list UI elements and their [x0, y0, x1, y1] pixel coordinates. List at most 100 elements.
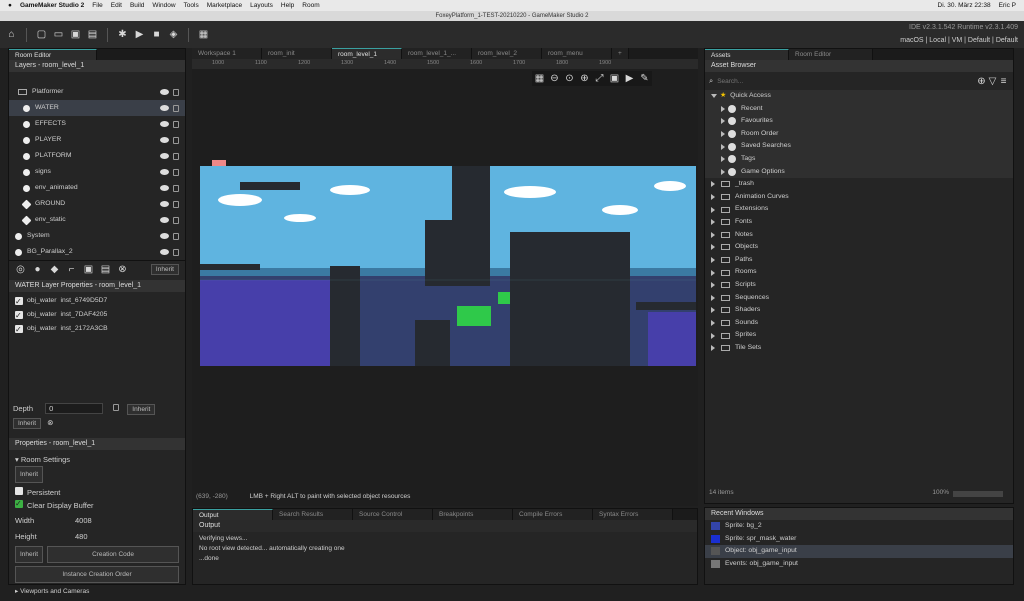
quick-access[interactable]: ★ Quick Access [705, 90, 1013, 103]
tab-5[interactable]: room_menu [542, 48, 612, 59]
creation-code-button[interactable]: Creation Code [47, 546, 179, 563]
expand-icon[interactable] [721, 143, 725, 150]
delete-layer-icon[interactable]: ⊗ [117, 264, 128, 275]
clean-icon[interactable]: ◈ [168, 29, 179, 40]
quick-item[interactable]: Saved Searches [705, 140, 1013, 153]
depth-input[interactable]: 0 [45, 403, 104, 414]
expand-icon[interactable] [711, 269, 715, 276]
add-asset-icon[interactable]: ⊕ [976, 76, 987, 87]
output-tab-4[interactable]: Compile Errors [513, 509, 593, 520]
save-as-icon[interactable]: ▤ [87, 29, 98, 40]
asset-folder[interactable]: Sprites [705, 329, 1013, 342]
instance-row[interactable]: obj_waterinst_7DAF4205 [9, 308, 185, 324]
instance-row[interactable]: obj_waterinst_2172A3CB [9, 322, 185, 338]
lock-icon[interactable] [173, 120, 179, 128]
zoom-slider[interactable] [953, 491, 1003, 497]
clear-display-checkbox[interactable] [15, 497, 23, 510]
menu-tools[interactable]: Tools [184, 2, 199, 9]
asset-folder[interactable]: Scripts [705, 279, 1013, 292]
add-tile-layer-icon[interactable]: ◆ [49, 264, 60, 275]
depth-inherit-button[interactable]: Inherit [127, 404, 156, 415]
expand-icon[interactable] [711, 244, 715, 251]
save-icon[interactable]: ▣ [70, 29, 81, 40]
eye-icon[interactable] [160, 89, 169, 95]
depth-lock-icon[interactable] [113, 404, 120, 411]
quick-item[interactable]: Tags [705, 152, 1013, 166]
eye-icon[interactable] [160, 169, 169, 175]
tab-room-editor[interactable]: Room Editor [9, 49, 97, 60]
asset-folder[interactable]: Sequences [705, 292, 1013, 305]
tab-0[interactable]: Workspace 1 [192, 48, 262, 59]
apple-icon[interactable]: ● [8, 2, 12, 9]
lock-icon[interactable] [173, 200, 179, 208]
eye-icon[interactable] [160, 105, 169, 111]
menu-edit[interactable]: Edit [111, 2, 122, 9]
zoom-reset-icon[interactable]: ⊙ [564, 73, 575, 84]
room-canvas[interactable] [200, 160, 696, 376]
layer-props-header[interactable]: WATER Layer Properties - room_level_1 [9, 280, 185, 292]
add-background-layer-icon[interactable]: ● [32, 264, 43, 275]
layer-row[interactable]: env_static [9, 212, 185, 228]
play-icon[interactable]: ▶ [624, 73, 635, 84]
eye-icon[interactable] [160, 249, 169, 255]
add-asset-layer-icon[interactable]: ▣ [83, 264, 94, 275]
menu-window[interactable]: Window [152, 2, 175, 9]
instance-order-button[interactable]: Instance Creation Order [15, 566, 179, 583]
menu-help[interactable]: Help [281, 2, 294, 9]
zoom-in-icon[interactable]: ⊕ [579, 73, 590, 84]
expand-icon[interactable] [721, 131, 725, 138]
expand-icon[interactable] [711, 219, 715, 226]
expand-icon[interactable] [721, 156, 725, 163]
tab-2[interactable]: room_level_1 [332, 48, 402, 59]
asset-folder[interactable]: Extensions [705, 203, 1013, 216]
menu-file[interactable]: File [92, 2, 102, 9]
menu-marketplace[interactable]: Marketplace [207, 2, 242, 9]
lock-icon[interactable] [173, 104, 179, 112]
home-icon[interactable]: ⌂ [6, 29, 17, 40]
room-settings-label[interactable]: ▾ Room Settings [15, 453, 179, 466]
layer-row[interactable]: WATER [9, 100, 185, 116]
expand-icon[interactable] [721, 118, 725, 125]
clock[interactable]: Di. 30. März 22:38 [938, 2, 991, 9]
quick-item[interactable]: Favourites [705, 115, 1013, 128]
run-icon[interactable]: ▶ [134, 29, 145, 40]
tag-icon[interactable]: ✎ [639, 73, 650, 84]
tab-room-editor-right[interactable]: Room Editor [789, 49, 873, 60]
asset-folder[interactable]: Fonts [705, 216, 1013, 229]
lock-icon[interactable] [173, 216, 179, 224]
layer-row[interactable]: PLAYER [9, 132, 185, 148]
expand-icon[interactable] [711, 94, 717, 99]
layer-row[interactable]: System [9, 228, 185, 244]
add-instance-layer-icon[interactable]: ◎ [15, 264, 26, 275]
output-tab-5[interactable]: Syntax Errors [593, 509, 673, 520]
open-icon[interactable]: ▭ [53, 29, 64, 40]
expand-icon[interactable] [711, 345, 715, 352]
asset-folder[interactable]: _trash [705, 178, 1013, 191]
eye-icon[interactable] [160, 201, 169, 207]
eye-icon[interactable] [160, 185, 169, 191]
expand-icon[interactable] [711, 257, 715, 264]
app-menu[interactable]: GameMaker Studio 2 [20, 2, 84, 9]
lock-icon[interactable] [173, 248, 179, 256]
asset-folder[interactable]: Shaders [705, 304, 1013, 317]
expand-icon[interactable] [711, 307, 715, 314]
expand-icon[interactable] [711, 319, 715, 326]
eye-icon[interactable] [160, 233, 169, 239]
new-icon[interactable]: ▢ [36, 29, 47, 40]
asset-folder[interactable]: Rooms [705, 266, 1013, 279]
asset-folder[interactable]: Paths [705, 254, 1013, 267]
layer-row[interactable]: env_animated [9, 180, 185, 196]
output-tab-2[interactable]: Source Control [353, 509, 433, 520]
target-selector[interactable]: macOS | Local | VM | Default | Default [900, 34, 1018, 47]
recent-item[interactable]: Events: obj_game_input [705, 558, 1013, 571]
lock-icon[interactable] [173, 152, 179, 160]
add-path-layer-icon[interactable]: ⌐ [66, 264, 77, 275]
asset-folder[interactable]: Objects [705, 241, 1013, 254]
layer-row[interactable]: Platformer [9, 84, 185, 100]
expand-icon[interactable] [711, 181, 715, 188]
layer-row[interactable]: GROUND [9, 196, 185, 212]
expand-icon[interactable] [711, 282, 715, 289]
expand-icon[interactable] [711, 206, 715, 213]
layer-row[interactable]: signs [9, 164, 185, 180]
menu-layouts[interactable]: Layouts [250, 2, 273, 9]
